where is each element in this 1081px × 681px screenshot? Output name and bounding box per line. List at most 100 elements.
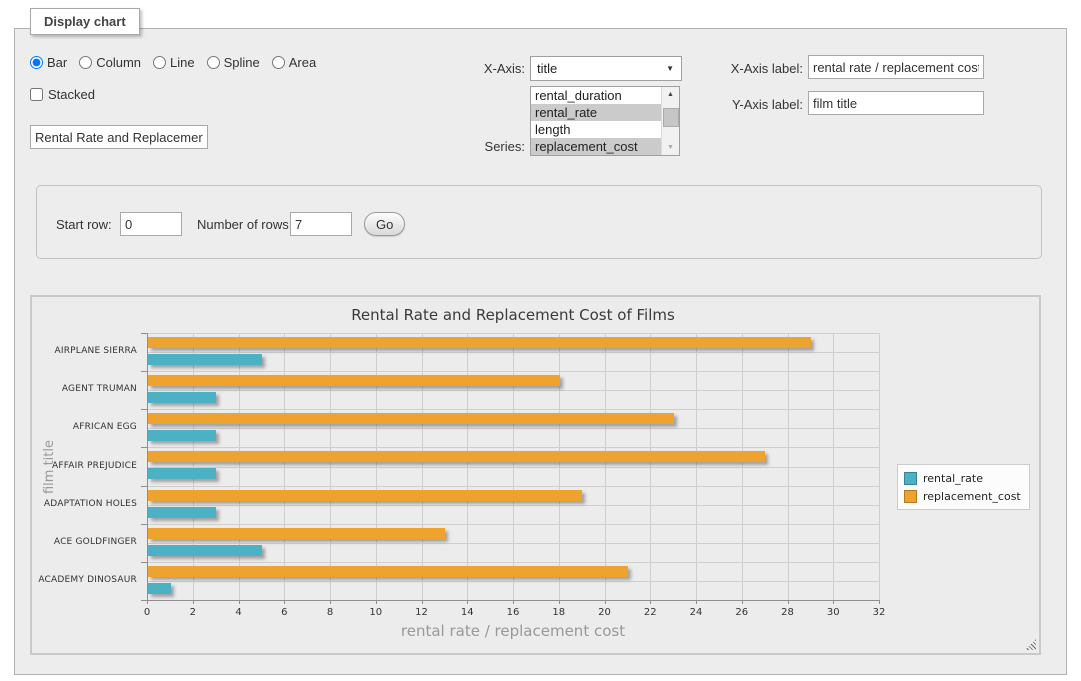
v-gridline — [559, 333, 560, 600]
v-gridline — [788, 333, 789, 600]
series-caption: Series: — [445, 139, 525, 154]
x-tick-label: 26 — [727, 607, 757, 618]
category-label: ACADEMY DINOSAUR — [32, 575, 137, 585]
v-gridline — [239, 333, 240, 600]
chart-type-option-spline[interactable]: Spline — [207, 55, 260, 70]
x-axis-select[interactable]: title ▼ — [530, 56, 682, 81]
y-axis-tick — [141, 562, 147, 563]
series-option-length[interactable]: length — [531, 121, 662, 138]
chart-type-label: Column — [96, 55, 141, 70]
x-tick-label: 22 — [635, 607, 665, 618]
chart-type-option-area[interactable]: Area — [272, 55, 316, 70]
series-option-rental_duration[interactable]: rental_duration — [531, 87, 662, 104]
page: Display chart Bar Column Line Spline Area St… — [0, 0, 1081, 681]
series-option-replacement_cost[interactable]: replacement_cost — [531, 138, 662, 155]
x-tick-label: 0 — [132, 607, 162, 618]
y-axis-tick — [141, 333, 147, 334]
chart-type-label: Spline — [224, 55, 260, 70]
v-gridline — [833, 333, 834, 600]
panel-legend: Display chart — [30, 8, 140, 35]
chart-type-radio-group: Bar Column Line Spline Area — [30, 55, 316, 70]
x-tick-label: 10 — [361, 607, 391, 618]
y-axis-label-input[interactable] — [808, 91, 984, 115]
chart-type-radio-area[interactable] — [272, 56, 285, 69]
y-axis-label-caption: Y-Axis label: — [700, 97, 803, 112]
series-scrollbar[interactable]: ▲ ▼ — [661, 87, 679, 155]
x-axis-label-input[interactable] — [808, 55, 984, 79]
chart-type-option-bar[interactable]: Bar — [30, 55, 67, 70]
series-listbox[interactable]: rental_durationrental_ratelengthreplacem… — [530, 86, 680, 156]
stacked-label: Stacked — [48, 87, 95, 102]
bar-replacement_cost — [148, 337, 811, 348]
stacked-checkbox-row[interactable]: Stacked — [30, 87, 95, 102]
v-gridline — [605, 333, 606, 600]
v-gridline — [467, 333, 468, 600]
bar-rental_rate — [148, 507, 216, 518]
scrollbar-thumb[interactable] — [663, 108, 679, 127]
scroll-up-icon[interactable]: ▲ — [662, 87, 679, 102]
x-tick-label: 6 — [269, 607, 299, 618]
category-label: ACE GOLDFINGER — [32, 537, 137, 547]
x-tick-label: 16 — [498, 607, 528, 618]
x-axis-caption: X-Axis: — [445, 61, 525, 76]
go-button[interactable]: Go — [364, 212, 405, 236]
legend-swatch-replacement_cost — [904, 490, 917, 503]
bar-replacement_cost — [148, 490, 582, 501]
y-axis-tick — [141, 371, 147, 372]
chart-title-input[interactable] — [30, 125, 208, 149]
bar-replacement_cost — [148, 528, 445, 539]
bar-rental_rate — [148, 392, 216, 403]
start-row-input[interactable] — [120, 212, 182, 236]
stacked-checkbox[interactable] — [30, 88, 43, 101]
bar-rental_rate — [148, 430, 216, 441]
bar-replacement_cost — [148, 413, 674, 424]
x-tick-label: 28 — [773, 607, 803, 618]
scroll-down-icon[interactable]: ▼ — [662, 140, 679, 155]
x-tick-label: 8 — [315, 607, 345, 618]
x-tick-label: 18 — [544, 607, 574, 618]
legend-item-replacement_cost[interactable]: replacement_cost — [904, 487, 1021, 505]
dropdown-arrow-icon: ▼ — [666, 65, 674, 73]
chart-type-radio-column[interactable] — [79, 56, 92, 69]
bar-rental_rate — [148, 583, 171, 594]
chart-type-label: Bar — [47, 55, 67, 70]
x-tick-label: 2 — [178, 607, 208, 618]
x-tick-label: 12 — [407, 607, 437, 618]
chart-type-radio-bar[interactable] — [30, 56, 43, 69]
v-gridline — [193, 333, 194, 600]
resize-grip[interactable] — [1025, 639, 1036, 650]
bar-rental_rate — [148, 354, 262, 365]
v-gridline — [696, 333, 697, 600]
x-axis-selected-value: title — [537, 61, 557, 76]
chart-legend: rental_rate replacement_cost — [897, 464, 1030, 510]
x-tick-label: 24 — [681, 607, 711, 618]
chart-type-radio-line[interactable] — [153, 56, 166, 69]
v-gridline — [879, 333, 880, 600]
legend-item-rental_rate[interactable]: rental_rate — [904, 469, 1021, 487]
series-options: rental_durationrental_ratelengthreplacem… — [531, 87, 662, 155]
v-gridline — [330, 333, 331, 600]
chart-type-option-column[interactable]: Column — [79, 55, 141, 70]
x-axis-title: rental rate / replacement cost — [147, 622, 879, 640]
series-option-rental_rate[interactable]: rental_rate — [531, 104, 662, 121]
bar-replacement_cost — [148, 375, 560, 386]
chart-type-radio-spline[interactable] — [207, 56, 220, 69]
bar-replacement_cost — [148, 451, 765, 462]
legend-label: replacement_cost — [923, 490, 1021, 503]
chart-type-option-line[interactable]: Line — [153, 55, 195, 70]
v-gridline — [422, 333, 423, 600]
x-tick-label: 4 — [224, 607, 254, 618]
y-axis-title: film title — [42, 407, 58, 527]
x-tick-label: 20 — [590, 607, 620, 618]
number-of-rows-label: Number of rows: — [197, 217, 292, 232]
bar-rental_rate — [148, 468, 216, 479]
chart-type-label: Line — [170, 55, 195, 70]
chart-type-label: Area — [289, 55, 316, 70]
bar-replacement_cost — [148, 566, 628, 577]
bar-rental_rate — [148, 545, 262, 556]
y-axis-tick — [141, 600, 147, 601]
v-gridline — [513, 333, 514, 600]
y-axis-tick — [141, 447, 147, 448]
number-of-rows-input[interactable] — [290, 212, 352, 236]
v-gridline — [376, 333, 377, 600]
